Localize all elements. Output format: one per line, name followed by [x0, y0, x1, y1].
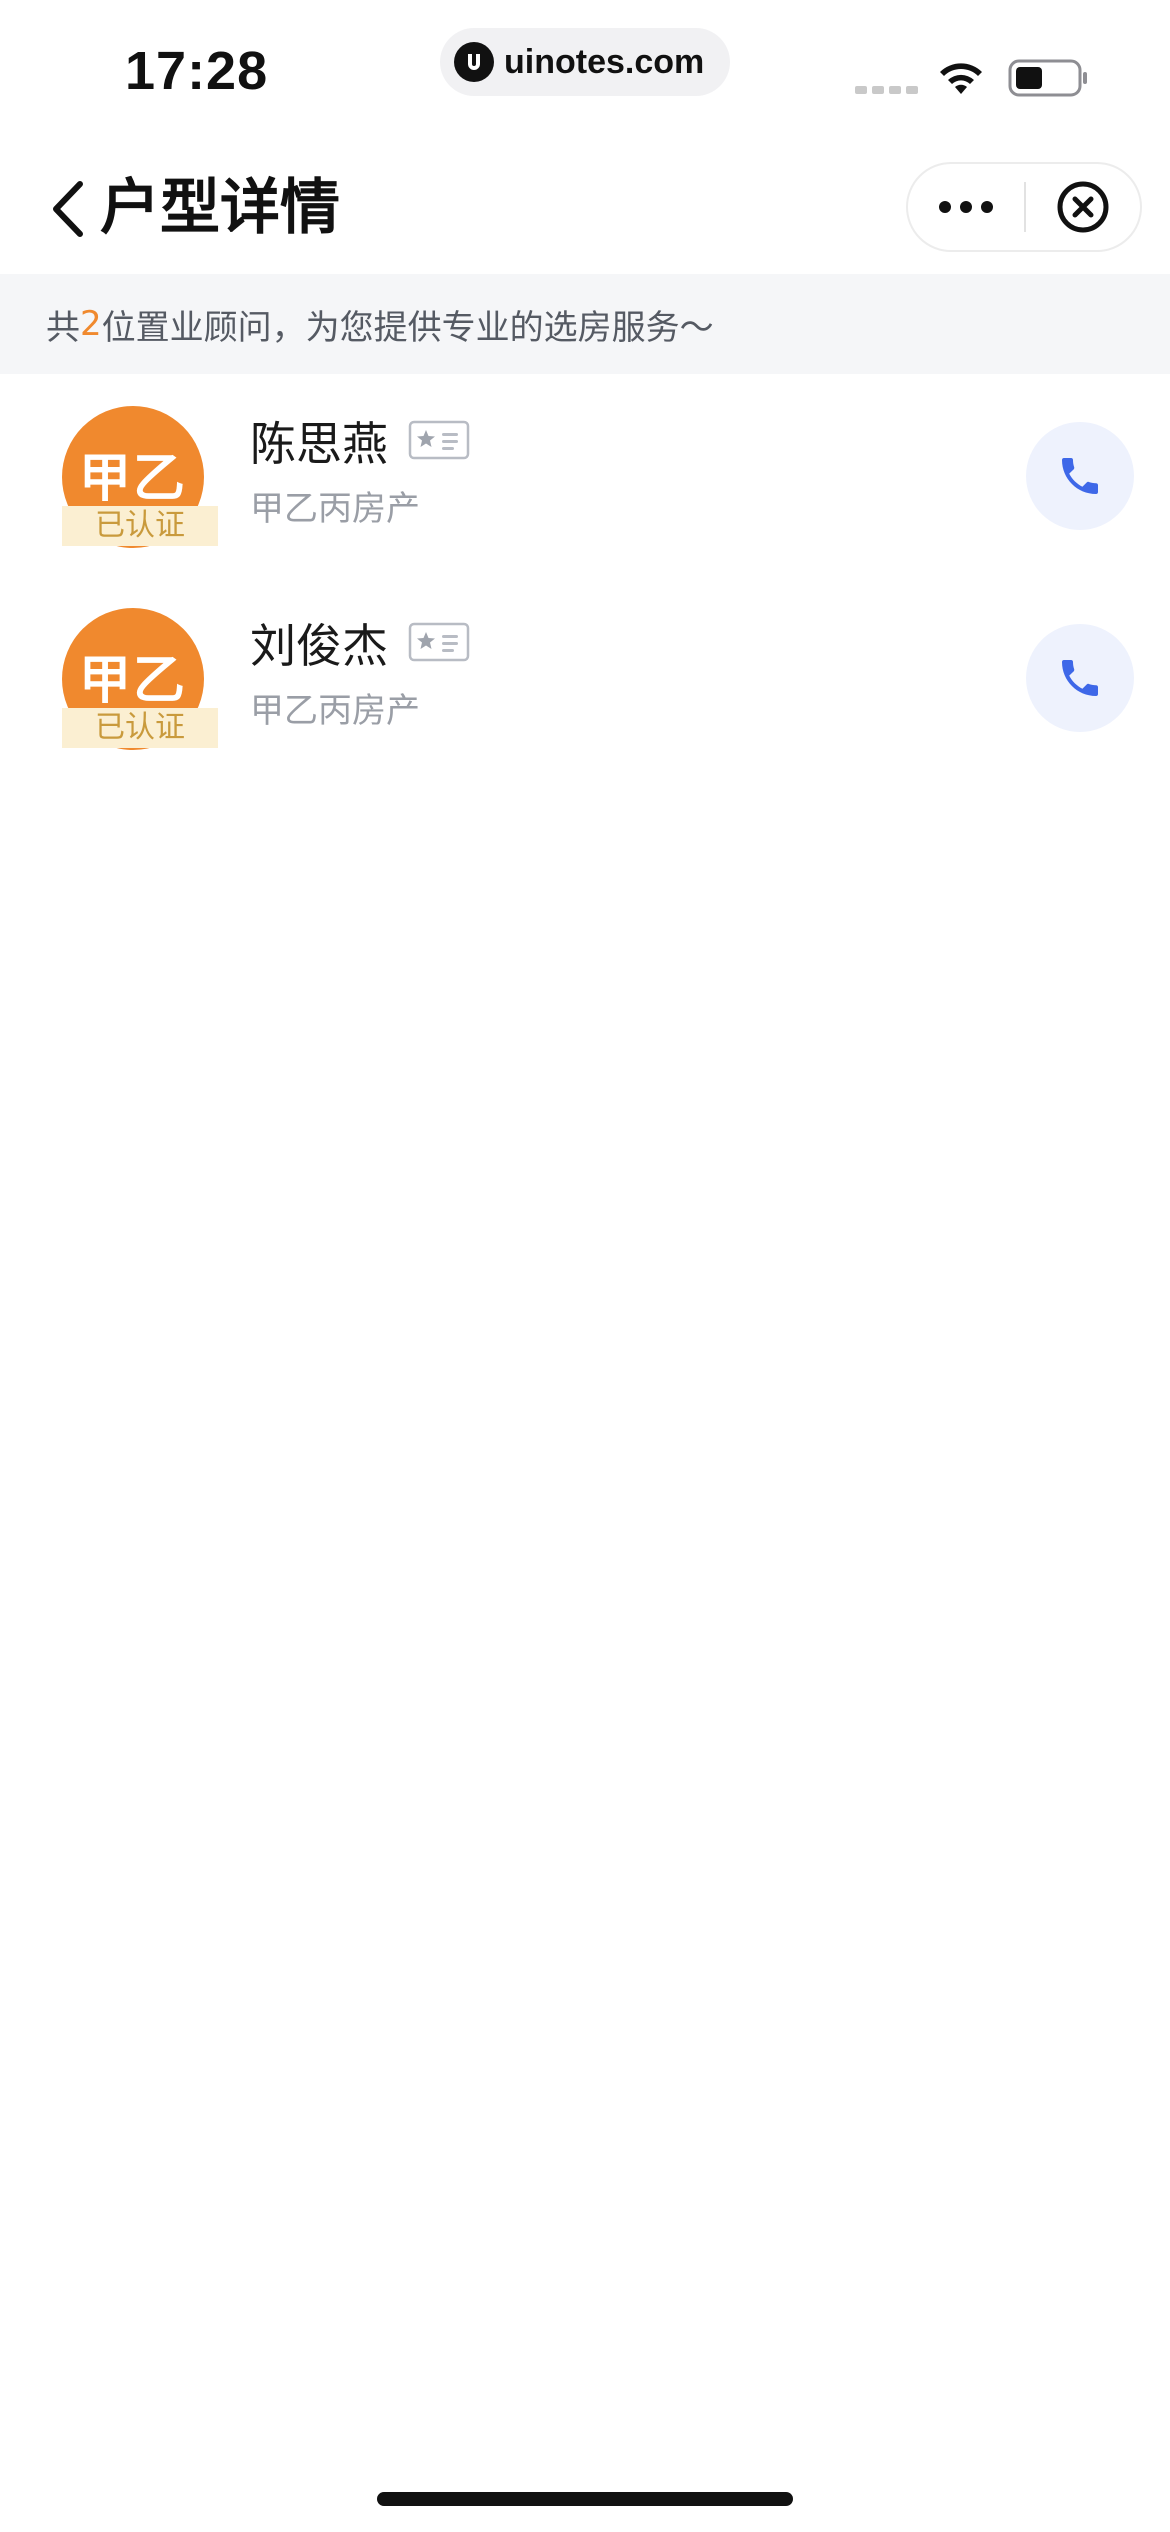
close-button[interactable] [1026, 164, 1140, 250]
consultant-row[interactable]: 甲乙 已认证 陈思燕 甲乙丙房产 [0, 374, 1170, 576]
more-dots-icon [939, 201, 951, 213]
phone-icon [1062, 458, 1098, 494]
cellular-signal-icon [855, 86, 918, 94]
url-pill[interactable]: uinotes.com [440, 28, 730, 96]
business-card-icon[interactable] [408, 622, 470, 662]
status-bar: 17:28 uinotes.com [0, 0, 1170, 150]
banner-suffix: 位置业顾问，为您提供专业的选房服务～ [101, 307, 714, 348]
info-banner: 共 2 位置业顾问，为您提供专业的选房服务～ [0, 274, 1170, 374]
verified-badge: 已认证 [62, 506, 218, 546]
status-time: 17:28 [125, 41, 269, 101]
call-button[interactable] [1026, 624, 1134, 732]
site-logo-icon [454, 42, 494, 82]
phone-icon [1062, 660, 1098, 696]
back-button[interactable] [38, 176, 98, 242]
page-title: 户型详情 [100, 173, 340, 243]
verified-badge: 已认证 [62, 708, 218, 748]
consultant-name: 刘俊杰 [250, 619, 388, 673]
close-circle-icon [1057, 181, 1109, 233]
url-text: uinotes.com [504, 42, 705, 81]
consultant-count: 2 [80, 304, 102, 344]
wifi-icon [940, 63, 982, 94]
mini-program-capsule [906, 162, 1142, 252]
call-button[interactable] [1026, 422, 1134, 530]
chevron-left-icon [53, 181, 83, 237]
more-button[interactable] [908, 164, 1024, 250]
consultant-row[interactable]: 甲乙 已认证 刘俊杰 甲乙丙房产 [0, 576, 1170, 778]
consultant-company: 甲乙丙房产 [250, 691, 420, 731]
avatar-text: 甲乙 [78, 651, 187, 711]
banner-prefix: 共 [46, 307, 80, 348]
avatar-text: 甲乙 [78, 449, 187, 509]
home-indicator [377, 2492, 793, 2506]
battery-icon [1008, 59, 1087, 97]
consultant-list: 甲乙 已认证 陈思燕 甲乙丙房产 甲乙 已认证 刘俊杰 甲乙丙房产 [0, 374, 1170, 778]
nav-bar: 户型详情 [0, 150, 1170, 274]
consultant-name: 陈思燕 [250, 417, 388, 471]
business-card-icon[interactable] [408, 420, 470, 460]
consultant-company: 甲乙丙房产 [250, 489, 420, 529]
